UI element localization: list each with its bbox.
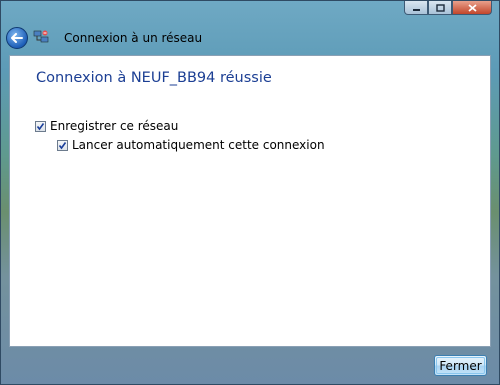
save-network-checkbox[interactable] — [35, 120, 46, 132]
close-button[interactable] — [452, 1, 492, 15]
maximize-button[interactable] — [428, 1, 452, 15]
minimize-icon — [412, 8, 420, 11]
window-controls — [404, 1, 492, 15]
close-dialog-label: Fermer — [439, 358, 482, 373]
dialog-window: Connexion à un réseau Connexion à NEUF_B… — [0, 0, 500, 385]
close-icon — [467, 3, 477, 12]
dialog-footer: Fermer — [9, 347, 491, 379]
checkmark-icon — [58, 141, 67, 149]
close-dialog-button[interactable]: Fermer — [434, 355, 487, 376]
page-title: Connexion à NEUF_BB94 réussie — [36, 70, 272, 86]
maximize-icon — [435, 3, 445, 12]
back-arrow-icon — [11, 33, 23, 43]
window-title: Connexion à un réseau — [64, 31, 203, 45]
title-bar: Connexion à un réseau — [1, 1, 499, 55]
option-save-network[interactable]: Enregistrer ce réseau — [35, 119, 178, 133]
network-icon — [33, 30, 49, 43]
option-auto-connect[interactable]: Lancer automatiquement cette connexion — [57, 138, 325, 152]
minimize-button[interactable] — [404, 1, 428, 15]
auto-connect-checkbox[interactable] — [57, 139, 68, 151]
checkmark-icon — [36, 122, 45, 130]
save-network-label: Enregistrer ce réseau — [50, 119, 179, 133]
content-panel: Connexion à NEUF_BB94 réussie Enregistre… — [9, 55, 491, 347]
auto-connect-label: Lancer automatiquement cette connexion — [72, 138, 325, 152]
back-button[interactable] — [6, 27, 28, 49]
